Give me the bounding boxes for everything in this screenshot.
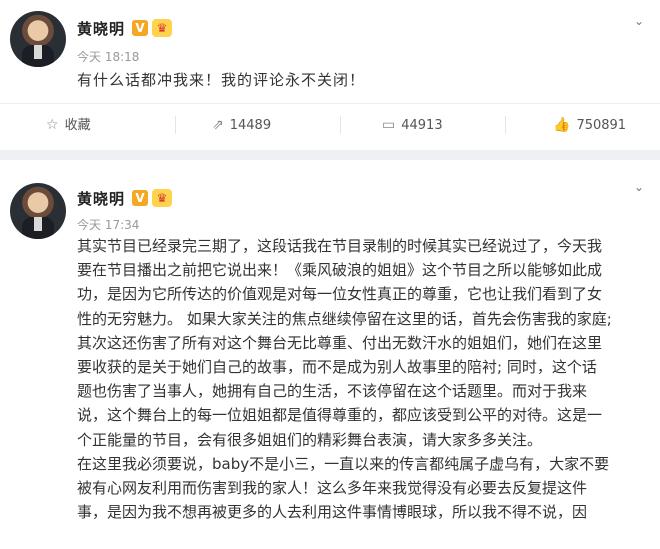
comment-button[interactable]: ▭ 44913 [382,104,443,146]
post-text-line: 个正能量的节目，会有很多姐姐们的精彩舞台表演，请大家多多关注。 [77,430,543,449]
verified-badge-icon: V [132,20,148,36]
post-time[interactable]: 今天 18:18 [77,48,139,65]
post-text-line: 其实节目已经录完三期了，这段话我在节目录制的时候其实已经说过了，今天我 [77,237,603,255]
chevron-down-icon[interactable]: ⌄ [634,15,648,27]
username[interactable]: 黄晓明 [77,188,125,209]
post-text-line: 要在节目播出之前把它说出来！《乘风破浪的姐姐》这个节目之所以能够如此成 [77,261,603,280]
like-button[interactable]: 👍 750891 [553,104,626,146]
favorite-label: 收藏 [64,118,91,133]
post-text-line: 说，这个舞台上的每一位姐姐都是值得尊重的，都应该受到公平的对待。这是一 [77,406,603,425]
post-text: 其实节目已经录完三期了，这段话我在节目录制的时候其实已经说过了，今天我 要在节目… [77,234,647,524]
post-text-line: 在这里我必须要说，baby不是小三，一直以来的传言都纯属子虚乌有，大家不要 [77,454,610,473]
weibo-post-1: 黄晓明 V ♛ 今天 18:18 ⌄ 有什么话都冲我来！我的评论永不关闭！ ☆ 收… [0,0,660,150]
action-bar: ☆ 收藏 ⇗ 14489 ▭ 44913 👍 750891 [0,103,660,146]
chevron-down-icon[interactable]: ⌄ [634,181,648,193]
like-count: 750891 [576,118,627,133]
repost-count: 14489 [229,118,272,133]
star-icon: ☆ [46,117,59,133]
post-text-line: 事，是因为我不想再被更多的人去利用这件事情博眼球，所以我不得不说，因 [77,503,588,522]
repost-icon: ⇗ [212,117,224,133]
post-separator [0,150,660,160]
post-text-line: 性的无穷魅力。 如果大家关注的焦点继续停留在这里的话，首先会伤害我的家庭; [77,309,612,328]
favorite-button[interactable]: ☆ 收藏 [46,104,91,146]
comment-count: 44913 [401,118,443,133]
post-text-line: 题也伤害了当事人，她拥有自己的生活，不该停留在这个话题里。而对于我来 [77,382,588,401]
weibo-post-2: 黄晓明 V ♛ 今天 17:34 ⌄ 其实节目已经录完三期了，这段话我在节目录制… [0,160,660,549]
post-text: 有什么话都冲我来！我的评论永不关闭！ [77,71,366,89]
comment-icon: ▭ [382,117,396,133]
post-time[interactable]: 今天 17:34 [77,216,139,233]
verified-badge-icon: V [132,190,148,206]
post-text-line: 被有心网友利用而伤害到我的家人！这么多年来我觉得没有必要去反复提这件 [77,479,588,498]
post-text-line: 功，是因为它所传达的价值观是对每一位女性真正的尊重，它也让我们看到了女 [77,285,603,304]
post-text-line: 其次这还伤害了所有对这个舞台无比尊重、付出无数汗水的姐姐们，她们在这里 [77,333,603,352]
avatar[interactable] [10,11,66,67]
post-text-line: 要收获的是关于她们自己的故事，而不是成为别人故事里的陪衬; 同时，这个话 [77,358,597,377]
crown-badge-icon: ♛ [152,19,172,37]
crown-badge-icon: ♛ [152,189,172,207]
avatar[interactable] [10,183,66,239]
repost-button[interactable]: ⇗ 14489 [212,104,271,146]
like-icon: 👍 [553,117,571,133]
username[interactable]: 黄晓明 [77,18,125,39]
